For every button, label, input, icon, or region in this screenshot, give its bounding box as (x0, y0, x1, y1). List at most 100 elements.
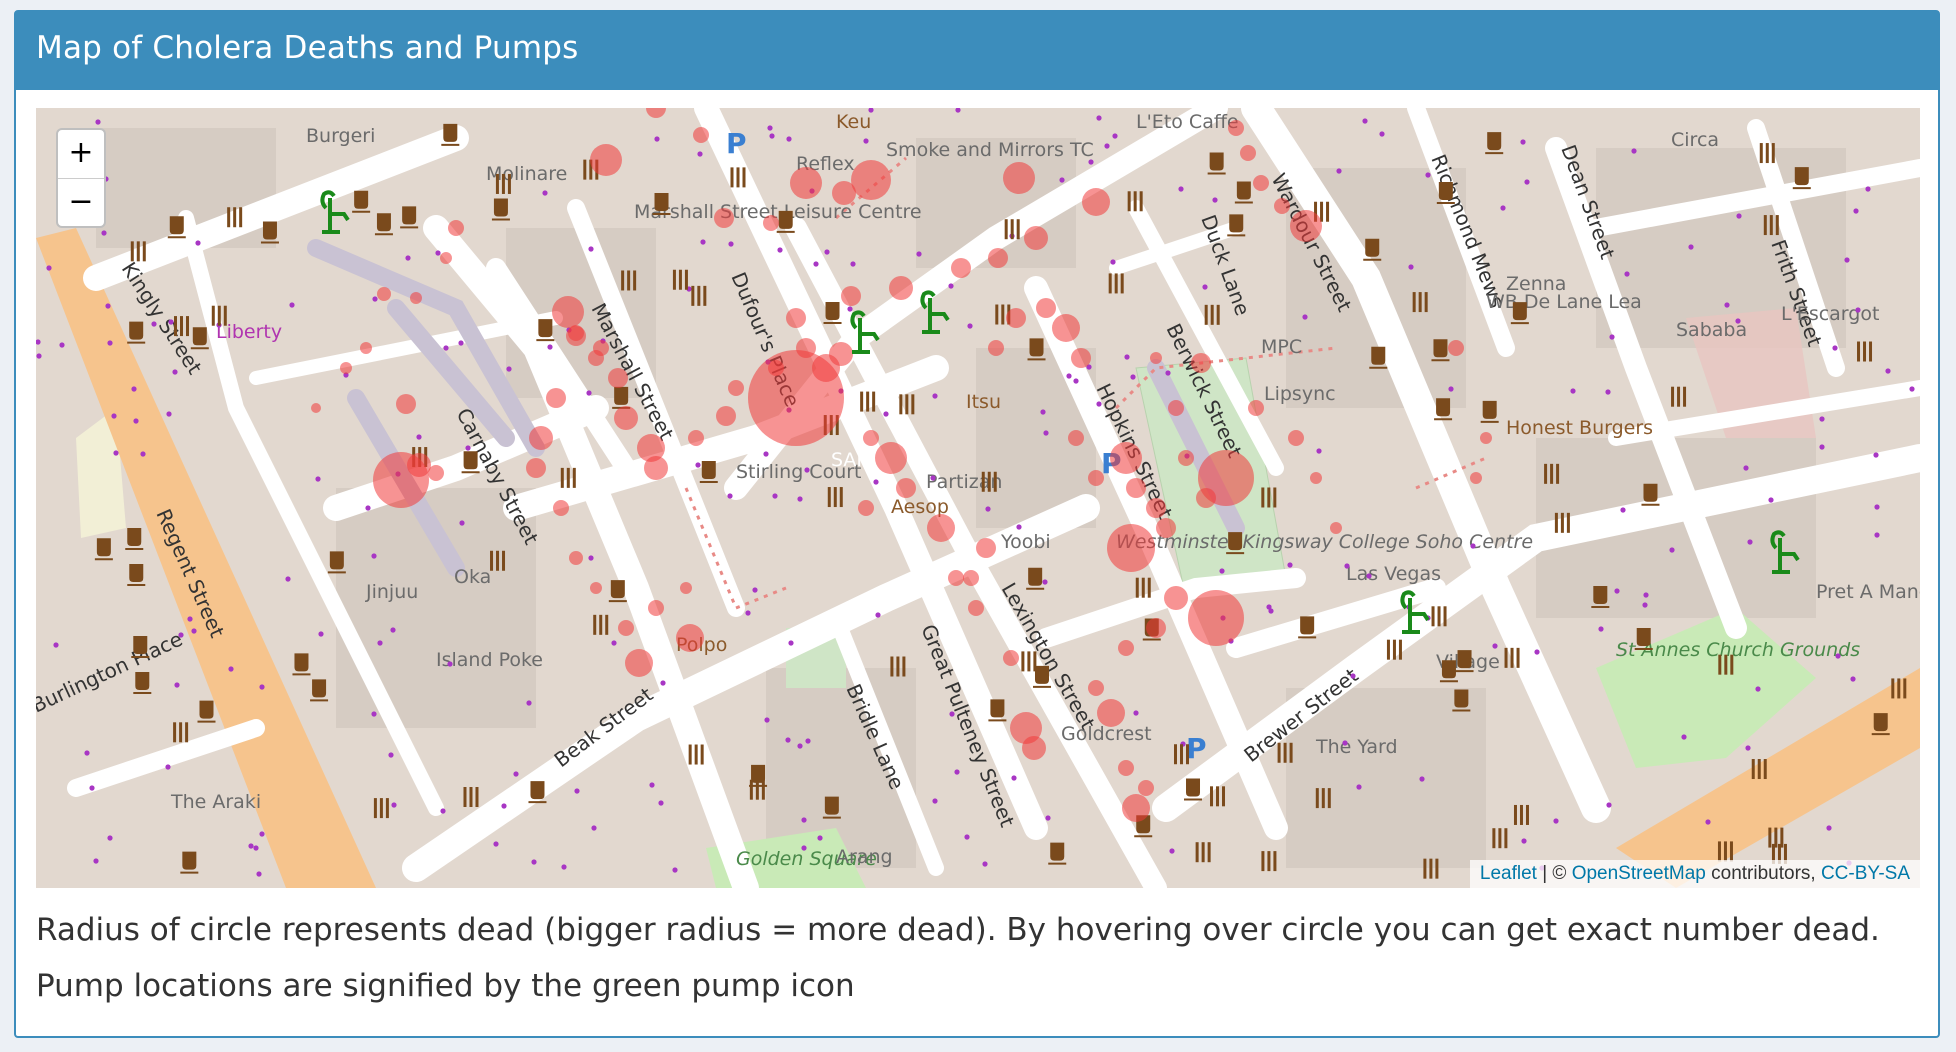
death-circle[interactable] (410, 292, 422, 304)
death-circle[interactable] (963, 570, 979, 586)
map-tiles[interactable]: Kingly Street Regent Street Carnaby Stre… (36, 108, 1920, 888)
death-circle[interactable] (832, 181, 856, 205)
death-circle[interactable] (552, 296, 584, 328)
leaflet-link[interactable]: Leaflet (1480, 863, 1537, 884)
zoom-out-button[interactable]: − (58, 178, 104, 227)
death-circle[interactable] (608, 368, 628, 388)
death-circle[interactable] (948, 570, 964, 586)
death-circle[interactable] (1068, 430, 1084, 446)
death-circle[interactable] (863, 430, 879, 446)
death-circle[interactable] (829, 342, 853, 366)
death-circle[interactable] (1470, 472, 1482, 484)
death-circle[interactable] (728, 380, 744, 396)
map-container[interactable]: Kingly Street Regent Street Carnaby Stre… (36, 108, 1920, 888)
death-circle[interactable] (1071, 348, 1091, 368)
death-circle[interactable] (1253, 175, 1269, 191)
death-circle[interactable] (988, 248, 1008, 268)
death-circle[interactable] (790, 167, 822, 199)
death-circle[interactable] (1168, 400, 1184, 416)
death-circle[interactable] (1088, 470, 1104, 486)
death-circle[interactable] (714, 208, 734, 228)
death-circle[interactable] (988, 340, 1004, 356)
death-circle[interactable] (1274, 198, 1290, 214)
zoom-in-button[interactable]: + (58, 130, 104, 178)
death-circle[interactable] (1088, 680, 1104, 696)
death-circle[interactable] (1146, 618, 1166, 638)
death-circle[interactable] (875, 442, 907, 474)
death-circle[interactable] (976, 538, 996, 558)
death-circle[interactable] (1156, 518, 1176, 538)
death-circle[interactable] (593, 340, 609, 356)
death-circle[interactable] (377, 287, 391, 301)
death-circle[interactable] (1288, 430, 1304, 446)
death-circle[interactable] (693, 127, 709, 143)
death-circle[interactable] (1448, 340, 1464, 356)
death-circle[interactable] (1138, 780, 1154, 796)
death-circle[interactable] (1228, 120, 1244, 136)
death-circle[interactable] (568, 325, 584, 341)
death-circle[interactable] (1107, 524, 1155, 572)
death-circle[interactable] (927, 514, 955, 542)
death-circle[interactable] (1191, 353, 1211, 373)
death-circle[interactable] (1024, 226, 1048, 250)
death-circle[interactable] (1122, 794, 1150, 822)
death-circle[interactable] (1480, 432, 1492, 444)
death-circle[interactable] (553, 500, 569, 516)
death-circle[interactable] (340, 362, 352, 374)
death-circle[interactable] (1003, 650, 1019, 666)
death-circle[interactable] (440, 252, 452, 264)
death-circle[interactable] (1052, 314, 1080, 342)
death-circle[interactable] (786, 308, 806, 328)
death-circle[interactable] (614, 406, 638, 430)
death-circle[interactable] (896, 478, 916, 498)
death-circle[interactable] (529, 426, 553, 450)
death-circle[interactable] (625, 649, 653, 677)
license-link[interactable]: CC-BY-SA (1821, 863, 1910, 884)
death-circle[interactable] (1036, 298, 1056, 318)
death-circle[interactable] (1290, 210, 1322, 242)
death-circle[interactable] (1310, 472, 1322, 484)
death-circle[interactable] (1188, 590, 1244, 646)
death-circle[interactable] (618, 620, 634, 636)
death-circle[interactable] (858, 500, 874, 516)
death-circle[interactable] (448, 220, 464, 236)
death-circle[interactable] (1178, 450, 1194, 466)
death-circle[interactable] (1196, 488, 1216, 508)
death-circle[interactable] (590, 582, 602, 594)
death-circle[interactable] (644, 456, 668, 480)
death-circle[interactable] (428, 465, 444, 481)
death-circle[interactable] (763, 215, 779, 231)
death-circle[interactable] (526, 458, 546, 478)
death-circle[interactable] (648, 600, 664, 616)
death-circle[interactable] (796, 338, 816, 358)
death-circle[interactable] (1150, 352, 1162, 364)
death-circle[interactable] (396, 394, 416, 414)
death-circle[interactable] (889, 276, 913, 300)
death-circle[interactable] (1097, 699, 1125, 727)
death-circle[interactable] (676, 624, 704, 652)
osm-link[interactable]: OpenStreetMap (1572, 863, 1706, 884)
death-circle[interactable] (1146, 498, 1166, 518)
death-circle[interactable] (1022, 736, 1046, 760)
death-circle[interactable] (1118, 760, 1134, 776)
death-circle[interactable] (1110, 442, 1142, 474)
death-circle[interactable] (1126, 478, 1146, 498)
death-circle[interactable] (1082, 188, 1110, 216)
death-circle[interactable] (1248, 400, 1264, 416)
death-circle[interactable] (1240, 145, 1256, 161)
death-circle[interactable] (311, 403, 321, 413)
death-circle[interactable] (1006, 308, 1026, 328)
death-circle[interactable] (360, 342, 372, 354)
death-circle[interactable] (1330, 522, 1342, 534)
death-circle[interactable] (968, 600, 984, 616)
death-circle[interactable] (851, 160, 891, 200)
death-circle[interactable] (688, 430, 704, 446)
death-circle[interactable] (716, 406, 736, 426)
death-circle[interactable] (1164, 586, 1188, 610)
death-circle[interactable] (680, 582, 692, 594)
death-circle[interactable] (546, 388, 566, 408)
death-circle[interactable] (569, 551, 583, 565)
death-circle[interactable] (1118, 640, 1134, 656)
death-circle[interactable] (590, 144, 622, 176)
death-circle[interactable] (373, 452, 429, 508)
